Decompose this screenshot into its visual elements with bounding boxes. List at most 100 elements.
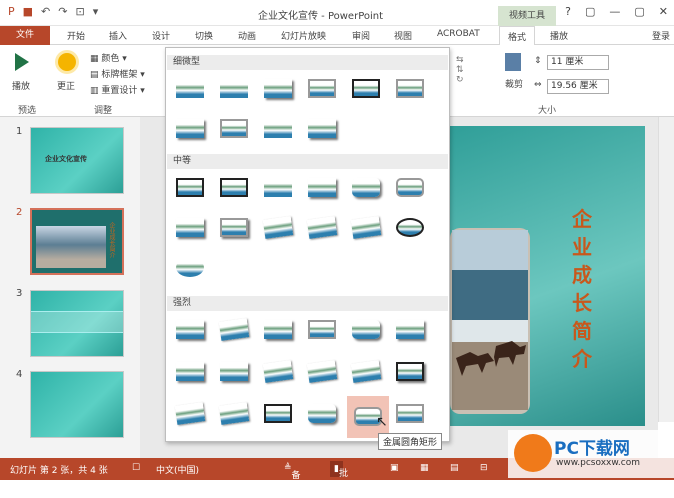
size-group-label: 大小 <box>538 106 557 116</box>
powerpoint-logo-icon: P <box>8 5 15 18</box>
minimize-button[interactable]: — <box>609 5 620 18</box>
style-intense-3[interactable] <box>261 316 295 343</box>
style-soft-edge[interactable] <box>261 115 295 142</box>
style-soft-rect[interactable] <box>261 174 295 201</box>
style-tilted-white[interactable] <box>349 214 383 241</box>
style-soft-shadow[interactable] <box>261 75 295 102</box>
style-tilted-left[interactable] <box>261 214 295 241</box>
color-button[interactable]: ▦ 颜色 ▾ <box>90 51 127 64</box>
video-tools-context-tab: 视频工具 <box>498 6 556 26</box>
tab-transitions[interactable]: 切换 <box>195 29 213 42</box>
watermark-logo: PC下载网 www.pcsoxxw.com <box>508 430 674 478</box>
save-icon[interactable]: ■ <box>23 5 33 18</box>
width-input[interactable]: 19.56 厘米 <box>547 79 609 94</box>
slide-title[interactable]: 企业成长简介 <box>572 205 602 373</box>
style-tilted-paper[interactable] <box>305 214 339 241</box>
style-drop-shadow[interactable] <box>173 115 207 142</box>
style-perspective-shadow[interactable] <box>173 214 207 241</box>
slide-thumbnail-2[interactable]: 企业成长简介 <box>30 208 124 275</box>
tab-review[interactable]: 审阅 <box>352 29 370 42</box>
customize-qat-icon[interactable]: ▾ <box>93 5 99 18</box>
style-double-frame[interactable] <box>217 174 251 201</box>
ribbon-display-options-button[interactable]: ▢ <box>585 5 595 18</box>
comments-button[interactable]: ▮ 批注 <box>330 461 348 495</box>
style-bevel-frame[interactable] <box>393 75 427 102</box>
slide-number-3: 3 <box>16 288 23 299</box>
tab-format[interactable]: 格式 <box>499 26 536 46</box>
tab-file[interactable]: 文件 <box>0 26 50 45</box>
style-rect-shadow[interactable] <box>305 174 339 201</box>
style-intense-13[interactable] <box>173 400 207 427</box>
style-compound-frame[interactable] <box>217 115 251 142</box>
style-intense-7[interactable] <box>173 358 207 385</box>
style-intense-10[interactable] <box>305 358 339 385</box>
style-intense-1[interactable] <box>173 316 207 343</box>
tab-view[interactable]: 视图 <box>394 29 412 42</box>
tab-home[interactable]: 开始 <box>67 29 85 42</box>
close-button[interactable]: ✕ <box>659 5 668 18</box>
style-thin-frame[interactable] <box>217 75 251 102</box>
crop-icon <box>505 53 521 71</box>
style-rounded-frame[interactable] <box>393 174 427 201</box>
reading-view-icon[interactable]: ▤ <box>450 463 459 473</box>
style-intense-2[interactable] <box>217 316 251 343</box>
slide-thumbnail-4[interactable] <box>30 371 124 438</box>
normal-view-icon[interactable]: ▣ <box>390 463 399 473</box>
style-intense-9[interactable] <box>261 358 295 385</box>
style-intense-12[interactable] <box>393 358 427 385</box>
slide-thumbnail-3[interactable] <box>30 290 124 357</box>
restore-button[interactable]: ▢ <box>634 5 644 18</box>
spellcheck-icon[interactable]: ☐ <box>132 463 140 473</box>
start-from-beginning-icon[interactable]: ⊡ <box>75 5 84 18</box>
language-status[interactable]: 中文(中国) <box>156 463 199 476</box>
slide-thumbnail-1[interactable]: 企业文化宣传 <box>30 127 124 194</box>
style-gray-frame[interactable] <box>305 75 339 102</box>
tab-playback[interactable]: 播放 <box>550 29 568 42</box>
play-icon[interactable] <box>15 53 29 71</box>
window-controls: ? ▢ — ▢ ✕ <box>565 5 668 18</box>
tab-slideshow[interactable]: 幻灯片放映 <box>281 29 326 42</box>
tab-insert[interactable]: 插入 <box>109 29 127 42</box>
style-intense-4[interactable] <box>305 316 339 343</box>
width-icon: ⇔ <box>534 80 542 90</box>
slide-sorter-icon[interactable]: ▦ <box>420 463 429 473</box>
vertical-scrollbar[interactable] <box>658 117 674 422</box>
reset-design-button[interactable]: ▥ 重置设计 ▾ <box>90 83 145 96</box>
style-intense-15[interactable] <box>261 400 295 427</box>
tab-design[interactable]: 设计 <box>152 29 170 42</box>
style-intense-16[interactable] <box>305 400 339 427</box>
redo-icon[interactable]: ↷ <box>58 5 67 18</box>
style-simple-frame[interactable] <box>173 75 207 102</box>
style-reflected-frame[interactable] <box>217 214 251 241</box>
style-intense-11[interactable] <box>349 358 383 385</box>
style-intense-5[interactable] <box>349 316 383 343</box>
undo-icon[interactable]: ↶ <box>41 5 50 18</box>
poster-frame-button[interactable]: ▤ 标牌框架 ▾ <box>90 67 145 80</box>
style-intense-6[interactable] <box>393 316 427 343</box>
help-button[interactable]: ? <box>565 5 571 18</box>
tab-acrobat[interactable]: ACROBAT <box>437 29 480 39</box>
adjust-group-label: 调整 <box>94 106 113 116</box>
login-link[interactable]: 登录 <box>652 29 670 42</box>
notes-button[interactable]: ≜ 备注 <box>284 463 301 494</box>
style-soft-oval[interactable] <box>173 254 207 281</box>
style-rounded-shadow[interactable] <box>349 174 383 201</box>
style-black-frame[interactable] <box>349 75 383 102</box>
style-intense-8[interactable] <box>217 358 251 385</box>
style-metal-oval[interactable] <box>393 214 427 241</box>
style-intense-18[interactable] <box>393 400 427 427</box>
beach-photo[interactable] <box>450 228 530 414</box>
play-button[interactable]: 播放 <box>12 79 30 92</box>
style-center-shadow[interactable] <box>305 115 339 142</box>
gallery-section-moderate: 中等 <box>167 154 448 169</box>
thumb-title: 企业文化宣传 <box>45 155 87 163</box>
style-intense-14[interactable] <box>217 400 251 427</box>
corrections-button[interactable]: 更正 <box>57 79 75 92</box>
slideshow-view-icon[interactable]: ⊟ <box>480 463 488 473</box>
style-thick-black-frame[interactable] <box>173 174 207 201</box>
crop-button[interactable]: 裁剪 <box>505 77 523 90</box>
tab-animations[interactable]: 动画 <box>238 29 256 42</box>
thumb-vertical-title: 企业成长简介 <box>108 222 115 258</box>
arrange-icons[interactable]: ⇆ ⇅ ↻ <box>456 55 464 85</box>
height-input[interactable]: 11 厘米 <box>547 55 609 70</box>
